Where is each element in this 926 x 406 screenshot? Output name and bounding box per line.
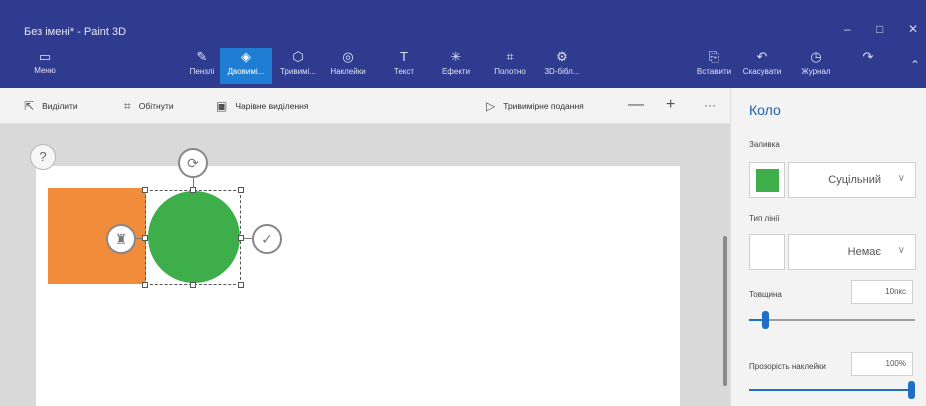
crop-label: Обітнути <box>138 101 174 111</box>
tab-label: Двовимі... <box>227 67 265 76</box>
rotate-connector <box>193 178 194 188</box>
select-arrow-icon: ⇱ <box>24 99 35 113</box>
tab-text[interactable]: T Текст <box>378 48 430 84</box>
3d-shapes-icon: ⬡ <box>292 49 304 64</box>
zoom-out-button[interactable]: — <box>628 96 644 114</box>
tab-label: Текст <box>393 67 415 76</box>
2d-shapes-icon: ◈ <box>241 49 251 64</box>
tab-label: Наклейки <box>330 67 366 76</box>
window-title: Без імені* - Paint 3D <box>24 26 127 38</box>
resize-handle[interactable] <box>142 282 148 288</box>
redo-button[interactable]: ↷ <box>848 48 888 84</box>
vertical-scrollbar[interactable] <box>723 236 727 386</box>
crop-icon: ⌗ <box>124 98 131 113</box>
view-3d-icon: ▷ <box>486 99 496 113</box>
close-button[interactable]: ✕ <box>908 22 918 36</box>
history-button[interactable]: ◷ Журнал <box>790 48 842 84</box>
paste-label: Вставити <box>696 67 732 76</box>
fill-color-button[interactable] <box>749 162 785 198</box>
history-icon: ◷ <box>810 49 822 64</box>
thickness-slider-thumb[interactable] <box>762 311 769 329</box>
canvas-icon: ⌗ <box>506 49 514 64</box>
folder-icon: ▭ <box>38 49 52 64</box>
paste-icon: ⎘ <box>708 49 720 64</box>
fill-color-swatch <box>756 169 779 192</box>
chevron-down-icon: ∨ <box>897 173 905 184</box>
stickers-icon: ◎ <box>342 49 354 64</box>
tab-2d-shapes[interactable]: ◈ Двовимі... <box>220 48 272 84</box>
resize-handle[interactable] <box>190 282 196 288</box>
opacity-slider-thumb[interactable] <box>908 381 915 399</box>
fill-type-select[interactable]: Суцільний ∨ <box>788 162 916 198</box>
zoom-in-button[interactable]: + <box>666 96 675 114</box>
collapse-ribbon-icon[interactable]: ⌃ <box>910 58 920 72</box>
tab-stickers[interactable]: ◎ Наклейки <box>322 48 374 84</box>
title-ribbon-bar: Без імені* - Paint 3D – □ ✕ ▭ Меню ✎ Пен… <box>0 0 926 88</box>
3d-library-icon: ⚙ <box>556 49 568 64</box>
stamp-icon[interactable]: ♜ <box>106 224 136 254</box>
rotate-icon[interactable]: ⟳ <box>178 148 208 178</box>
opacity-input[interactable]: 100% <box>851 352 913 376</box>
help-button[interactable]: ? <box>30 144 56 170</box>
menu-button[interactable]: ▭ Меню <box>28 48 62 84</box>
line-type-value: Немає <box>847 246 881 258</box>
crop-button[interactable]: ⌗ Обітнути <box>124 88 174 124</box>
maximize-button[interactable]: □ <box>876 22 883 36</box>
tab-effects[interactable]: ✳ Ефекти <box>430 48 482 84</box>
thickness-label: Товщина <box>749 290 782 299</box>
checkmark-icon[interactable]: ✓ <box>252 224 282 254</box>
text-icon: T <box>400 49 408 64</box>
tab-canvas[interactable]: ⌗ Полотно <box>484 48 536 84</box>
undo-button[interactable]: ↶ Скасувати <box>736 48 788 84</box>
more-options-button[interactable]: ··· <box>704 98 716 112</box>
line-type-label: Тип лінії <box>749 214 780 223</box>
tab-3d-shapes[interactable]: ⬡ Тривимі... <box>272 48 324 84</box>
history-label: Журнал <box>801 67 831 76</box>
line-color-button[interactable] <box>749 234 785 270</box>
magic-select-icon: ▣ <box>216 99 228 113</box>
panel-title: Коло <box>749 102 781 118</box>
undo-icon: ↶ <box>756 49 768 64</box>
properties-panel: Коло Заливка Суцільний ∨ Тип лінії Немає… <box>730 88 926 406</box>
resize-handle[interactable] <box>238 282 244 288</box>
line-type-select[interactable]: Немає ∨ <box>788 234 916 270</box>
select-label: Виділити <box>42 101 78 111</box>
fill-label: Заливка <box>749 140 780 149</box>
tab-label: Полотно <box>494 67 526 76</box>
fill-type-value: Суцільний <box>828 174 881 186</box>
select-button[interactable]: ⇱ Виділити <box>24 88 78 124</box>
opacity-slider-fill <box>749 389 915 391</box>
magic-select-label: Чарівне виділення <box>235 101 309 111</box>
redo-icon: ↷ <box>862 49 874 64</box>
thickness-slider-track[interactable] <box>749 319 915 321</box>
undo-label: Скасувати <box>742 67 782 76</box>
selection-box <box>145 190 241 285</box>
magic-select-button[interactable]: ▣ Чарівне виділення <box>216 88 308 124</box>
tab-label: 3D-бібл... <box>544 67 580 76</box>
menu-label: Меню <box>34 66 56 75</box>
thickness-input[interactable]: 10пкс <box>851 280 913 304</box>
paste-button[interactable]: ⎘ Вставити <box>688 48 740 84</box>
tools-toolbar: ⇱ Виділити ⌗ Обітнути ▣ Чарівне виділенн… <box>0 88 730 124</box>
check-connector <box>244 238 252 239</box>
minimize-button[interactable]: – <box>844 22 851 36</box>
effects-icon: ✳ <box>450 49 462 64</box>
view-3d-button[interactable]: ▷ Тривимірне подання <box>486 88 584 124</box>
resize-handle[interactable] <box>238 187 244 193</box>
chevron-down-icon: ∨ <box>897 245 905 256</box>
stamp-connector <box>136 238 143 239</box>
tab-label: Ефекти <box>441 67 471 76</box>
view-3d-label: Тривимірне подання <box>503 101 584 111</box>
resize-handle[interactable] <box>142 187 148 193</box>
tab-label: Тривимі... <box>279 67 317 76</box>
opacity-label: Прозорість наклейки <box>749 362 826 371</box>
tab-3d-library[interactable]: ⚙ 3D-бібл... <box>536 48 588 84</box>
